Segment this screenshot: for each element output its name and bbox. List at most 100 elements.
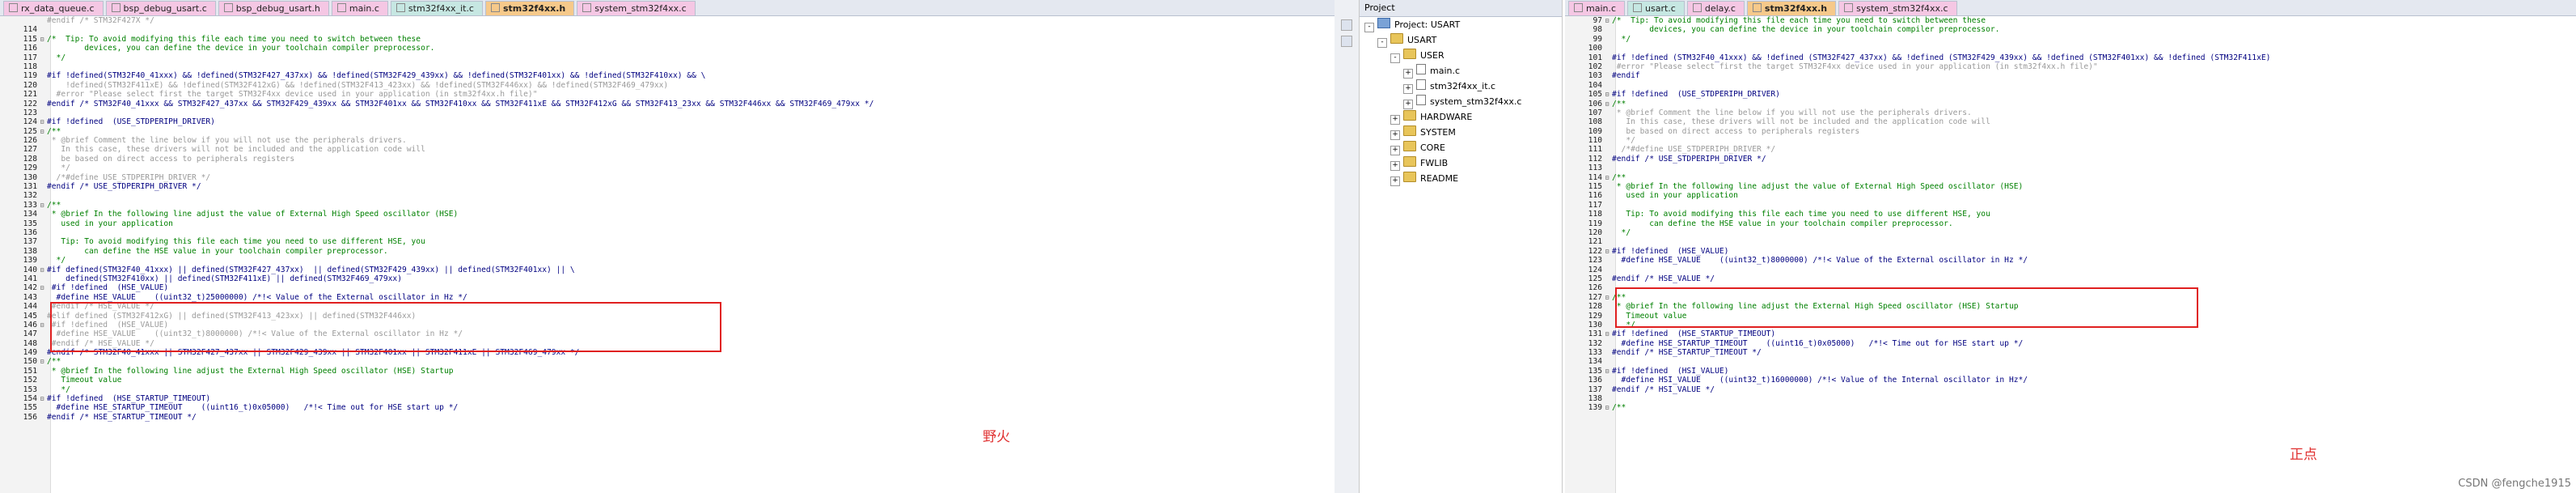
- code-line[interactable]: 141 defined(STM32F410xx) || defined(STM3…: [0, 274, 1335, 283]
- tab-right-0[interactable]: main.c: [1568, 1, 1626, 15]
- right-code-editor[interactable]: 97 ⊟/* Tip: To avoid modifying this file …: [1565, 16, 2576, 493]
- code-line[interactable]: 142 ⊟ #if !defined (HSE_VALUE): [0, 283, 1335, 292]
- code-line[interactable]: 124: [1565, 266, 2576, 274]
- code-line[interactable]: 119 #if !defined(STM32F40_41xxx) && !def…: [0, 71, 1335, 80]
- code-line[interactable]: 111 /*#define USE_STDPERIPH_DRIVER */: [1565, 145, 2576, 154]
- fold-toggle-icon[interactable]: ⊟: [1602, 90, 1612, 99]
- code-line[interactable]: 107 * @brief Comment the line below if y…: [1565, 108, 2576, 117]
- project-tree-item[interactable]: - USER: [1360, 48, 1562, 63]
- expand-icon[interactable]: +: [1390, 161, 1400, 171]
- code-line[interactable]: 117 */: [0, 53, 1335, 62]
- fold-toggle-icon[interactable]: ⊟: [37, 266, 47, 274]
- expand-icon[interactable]: +: [1390, 130, 1400, 140]
- fold-toggle-icon[interactable]: ⊟: [1602, 367, 1612, 376]
- tab-right-1[interactable]: usart.c: [1627, 1, 1685, 15]
- code-line[interactable]: 114: [0, 25, 1335, 34]
- project-tree-item[interactable]: + SYSTEM: [1360, 125, 1562, 140]
- code-line[interactable]: 134: [1565, 357, 2576, 366]
- collapse-icon[interactable]: -: [1390, 53, 1400, 63]
- code-line[interactable]: 131 #endif /* USE_STDPERIPH_DRIVER */: [0, 182, 1335, 191]
- code-line[interactable]: 104: [1565, 81, 2576, 90]
- fold-toggle-icon[interactable]: ⊟: [1602, 329, 1612, 338]
- code-line[interactable]: 139 */: [0, 256, 1335, 265]
- tab-left-1[interactable]: bsp_debug_usart.c: [105, 1, 216, 15]
- left-code-editor[interactable]: #endif /* STM32F427X */114 115 ⊟/* Tip: T…: [0, 16, 1335, 493]
- fold-toggle-icon[interactable]: ⊟: [1602, 100, 1612, 108]
- project-tree-item[interactable]: + CORE: [1360, 140, 1562, 155]
- tab-left-6[interactable]: system_stm32f4xx.c: [577, 1, 696, 15]
- tab-left-5[interactable]: stm32f4xx.h: [484, 1, 575, 15]
- collapse-icon[interactable]: -: [1364, 23, 1374, 32]
- code-line[interactable]: 121 #error "Please select first the targ…: [0, 90, 1335, 99]
- code-line[interactable]: 122 ⊟ #if !defined (HSE_VALUE): [1565, 247, 2576, 256]
- tab-left-4[interactable]: stm32f4xx_it.c: [390, 1, 483, 15]
- code-line[interactable]: 121: [1565, 237, 2576, 246]
- code-line[interactable]: 134 * @brief In the following line adjus…: [0, 210, 1335, 219]
- code-line[interactable]: 116 devices, you can define the device i…: [0, 44, 1335, 53]
- expand-icon[interactable]: +: [1390, 115, 1400, 125]
- code-line[interactable]: 133 ⊟/**: [0, 201, 1335, 210]
- code-line[interactable]: 122 #endif /* STM32F40_41xxx && STM32F42…: [0, 100, 1335, 108]
- code-line[interactable]: 116 used in your application: [1565, 191, 2576, 200]
- fold-toggle-icon[interactable]: ⊟: [37, 201, 47, 210]
- project-tree-item[interactable]: + FWLIB: [1360, 155, 1562, 171]
- code-line[interactable]: 110 */: [1565, 136, 2576, 145]
- code-line[interactable]: 109 be based on direct access to periphe…: [1565, 127, 2576, 136]
- code-line[interactable]: 129 */: [0, 164, 1335, 172]
- toolbar-button-icon[interactable]: [1341, 36, 1352, 47]
- toolbar-button-icon[interactable]: [1341, 19, 1352, 31]
- project-tree-item[interactable]: - USART: [1360, 32, 1562, 48]
- code-line[interactable]: 135 ⊟ #if !defined (HSI_VALUE): [1565, 367, 2576, 376]
- project-tree-item[interactable]: + main.c: [1360, 63, 1562, 79]
- code-line[interactable]: 118: [0, 62, 1335, 71]
- left-code-lines[interactable]: #endif /* STM32F427X */114 115 ⊟/* Tip: T…: [0, 16, 1335, 422]
- project-tree-item[interactable]: + README: [1360, 171, 1562, 186]
- code-line[interactable]: 137 Tip: To avoid modifying this file ea…: [0, 237, 1335, 246]
- project-tree-item[interactable]: + system_stm32f4xx.c: [1360, 94, 1562, 109]
- code-line[interactable]: 138: [1565, 394, 2576, 403]
- code-line[interactable]: 119 can define the HSE value in your too…: [1565, 219, 2576, 228]
- fold-toggle-icon[interactable]: ⊟: [1602, 173, 1612, 182]
- fold-toggle-icon[interactable]: ⊟: [37, 117, 47, 126]
- code-line[interactable]: 101 #if !defined (STM32F40_41xxx) && !de…: [1565, 53, 2576, 62]
- fold-toggle-icon[interactable]: ⊟: [1602, 247, 1612, 256]
- collapse-icon[interactable]: -: [1377, 38, 1387, 48]
- code-line[interactable]: 130 /*#define USE_STDPERIPH_DRIVER */: [0, 173, 1335, 182]
- fold-toggle-icon[interactable]: ⊟: [37, 283, 47, 292]
- code-line[interactable]: 151 * @brief In the following line adjus…: [0, 367, 1335, 376]
- code-line[interactable]: 136 #define HSI_VALUE ((uint32_t)1600000…: [1565, 376, 2576, 385]
- code-line[interactable]: 98 devices, you can define the device in…: [1565, 25, 2576, 34]
- code-line[interactable]: 103 #endif: [1565, 71, 2576, 80]
- fold-toggle-icon[interactable]: ⊟: [37, 394, 47, 403]
- project-tree-item[interactable]: - Project: USART: [1360, 17, 1562, 32]
- code-line[interactable]: 123 #define HSE_VALUE ((uint32_t)8000000…: [1565, 256, 2576, 265]
- code-line[interactable]: 123: [0, 108, 1335, 117]
- code-line[interactable]: 152 Timeout value: [0, 376, 1335, 385]
- fold-toggle-icon[interactable]: ⊟: [37, 35, 47, 44]
- fold-toggle-icon[interactable]: ⊟: [37, 127, 47, 136]
- tab-left-0[interactable]: rx_data_queue.c: [3, 1, 104, 15]
- code-line[interactable]: 137 #endif /* HSI_VALUE */: [1565, 385, 2576, 394]
- code-line[interactable]: 120 !defined(STM32F411xE) && !defined(ST…: [0, 81, 1335, 90]
- code-line[interactable]: 97 ⊟/* Tip: To avoid modifying this file …: [1565, 16, 2576, 25]
- code-line[interactable]: #endif /* STM32F427X */: [0, 16, 1335, 25]
- fold-toggle-icon[interactable]: ⊟: [37, 357, 47, 366]
- expand-icon[interactable]: +: [1390, 146, 1400, 155]
- code-line[interactable]: 156 #endif /* HSE_STARTUP_TIMEOUT */: [0, 413, 1335, 422]
- code-line[interactable]: 99 */: [1565, 35, 2576, 44]
- code-line[interactable]: 115 ⊟/* Tip: To avoid modifying this file…: [0, 35, 1335, 44]
- code-line[interactable]: 140 ⊟ #if defined(STM32F40_41xxx) || defin…: [0, 266, 1335, 274]
- code-line[interactable]: 125 #endif /* HSE_VALUE */: [1565, 274, 2576, 283]
- fold-toggle-icon[interactable]: ⊟: [1602, 293, 1612, 302]
- code-line[interactable]: 126 * @brief Comment the line below if y…: [0, 136, 1335, 145]
- code-line[interactable]: 132 #define HSE_STARTUP_TIMEOUT ((uint16…: [1565, 339, 2576, 348]
- code-line[interactable]: 124 ⊟ #if !defined (USE_STDPERIPH_DRIVER): [0, 117, 1335, 126]
- fold-toggle-icon[interactable]: ⊟: [1602, 16, 1612, 25]
- expand-icon[interactable]: +: [1403, 84, 1413, 94]
- fold-toggle-icon[interactable]: ⊟: [1602, 403, 1612, 412]
- code-line[interactable]: 155 #define HSE_STARTUP_TIMEOUT ((uint16…: [0, 403, 1335, 412]
- code-line[interactable]: 106 ⊟/**: [1565, 100, 2576, 108]
- code-line[interactable]: 118 Tip: To avoid modifying this file ea…: [1565, 210, 2576, 219]
- code-line[interactable]: 143 #define HSE_VALUE ((uint32_t)2500000…: [0, 293, 1335, 302]
- code-line[interactable]: 133 #endif /* HSE_STARTUP_TIMEOUT */: [1565, 348, 2576, 357]
